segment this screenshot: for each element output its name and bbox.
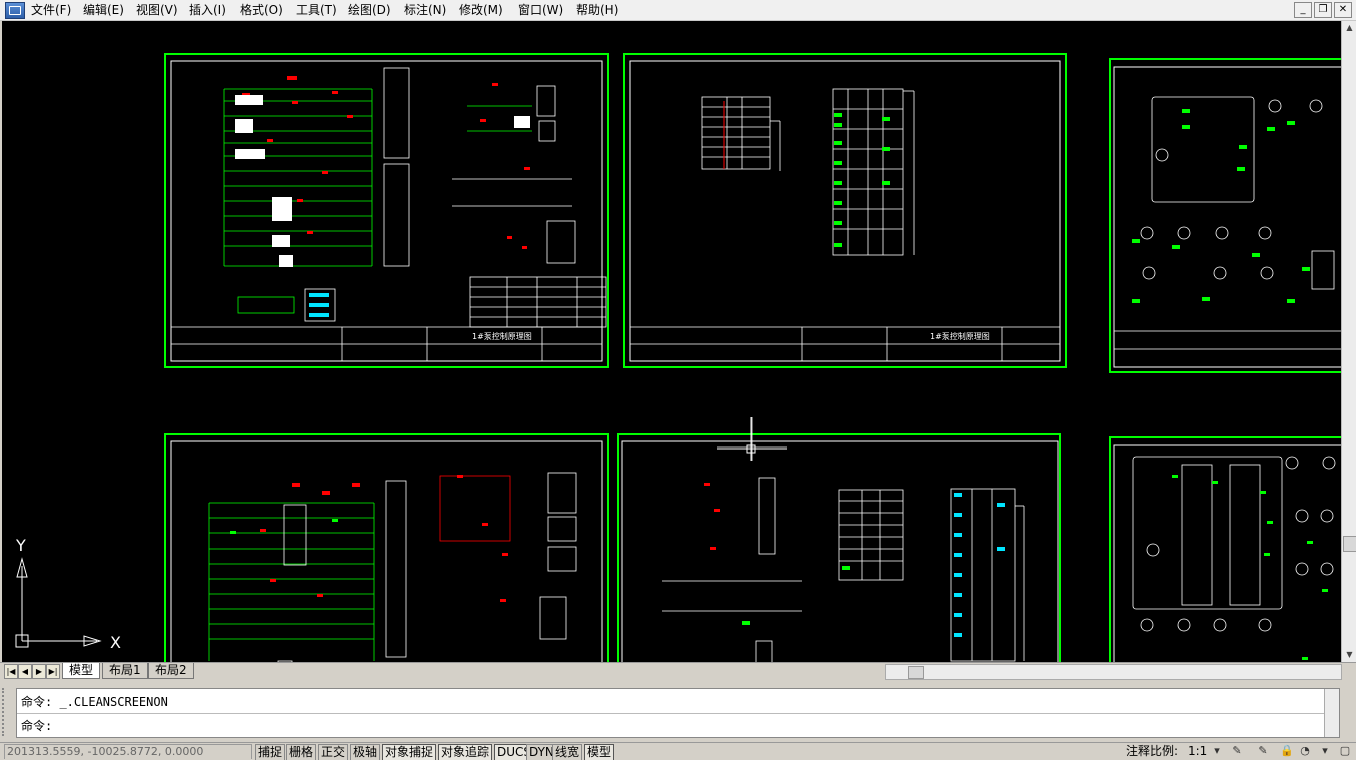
sheet-1-title: 1#泵控制原理图 <box>472 331 532 341</box>
tab-model[interactable]: 模型 <box>62 663 101 679</box>
menu-draw[interactable]: 绘图(D) <box>345 2 394 18</box>
tab-layout1[interactable]: 布局1 <box>102 663 148 679</box>
menu-dimension[interactable]: 标注(N) <box>401 2 449 18</box>
horizontal-scrollbar[interactable] <box>885 664 1342 680</box>
toolbar-lock-icon[interactable]: ◔ <box>1298 744 1312 758</box>
status-menu-icon[interactable]: ▾ <box>1318 744 1332 758</box>
menu-insert[interactable]: 插入(I) <box>186 2 229 18</box>
vertical-scroll-thumb[interactable] <box>1343 536 1356 552</box>
drawing-sheet-3[interactable] <box>1109 58 1341 373</box>
drawing-sheet-2[interactable]: 1#泵控制原理图 <box>623 53 1067 368</box>
layout-tab-bar: |◀ ◀ ▶ ▶| 模型 布局1 布局2 <box>0 662 1356 680</box>
menu-file[interactable]: 文件(F) <box>28 2 74 18</box>
command-scrollbar[interactable] <box>1324 689 1339 737</box>
drawing-sheet-4[interactable] <box>164 433 609 662</box>
command-history-line: 命令: _.CLEANSCREENON <box>21 695 168 709</box>
next-tab-icon[interactable]: ▶ <box>32 664 46 679</box>
command-grip[interactable] <box>2 688 12 736</box>
menu-view[interactable]: 视图(V) <box>133 2 181 18</box>
command-window[interactable]: 命令: _.CLEANSCREENON 命令: <box>16 688 1340 738</box>
scroll-up-icon[interactable]: ▲ <box>1343 21 1356 35</box>
clean-screen-icon[interactable]: ▢ <box>1338 744 1352 758</box>
last-tab-icon[interactable]: ▶| <box>46 664 60 679</box>
annotation-scale-value[interactable]: 1:1 <box>1188 744 1207 759</box>
menu-format[interactable]: 格式(O) <box>237 2 286 18</box>
ucs-y-label: Y <box>15 536 26 555</box>
minimize-button[interactable]: _ <box>1294 2 1312 18</box>
restore-button[interactable]: ❐ <box>1314 2 1332 18</box>
drawing-canvas[interactable]: 1#泵控制原理图 1#泵控制原理图 Y X <box>2 21 1341 662</box>
drawing-sheet-1[interactable]: 1#泵控制原理图 <box>164 53 609 368</box>
menu-edit[interactable]: 编辑(E) <box>80 2 127 18</box>
annotation-scale-label: 注释比例: <box>1126 744 1179 758</box>
auto-scale-icon[interactable]: ✎ <box>1256 744 1270 758</box>
ucs-icon: Y X <box>15 536 121 652</box>
drawing-svg: 1#泵控制原理图 1#泵控制原理图 Y X <box>15 53 1341 662</box>
prev-tab-icon[interactable]: ◀ <box>18 664 32 679</box>
menu-help[interactable]: 帮助(H) <box>573 2 621 18</box>
scroll-down-icon[interactable]: ▼ <box>1343 648 1356 662</box>
sheet-2-title: 1#泵控制原理图 <box>930 331 990 341</box>
lock-icon[interactable]: 🔒 <box>1280 744 1294 758</box>
close-button[interactable]: ✕ <box>1334 2 1352 18</box>
status-bar: 201313.5559, -10025.8772, 0.0000 捕捉 栅格 正… <box>0 742 1356 760</box>
drawing-sheet-6[interactable] <box>1109 436 1341 662</box>
coordinates-readout: 201313.5559, -10025.8772, 0.0000 <box>4 744 252 759</box>
chevron-down-icon[interactable]: ▾ <box>1210 744 1224 758</box>
menu-window[interactable]: 窗口(W) <box>515 2 566 18</box>
command-area: 命令: _.CLEANSCREENON 命令: <box>0 680 1356 742</box>
horizontal-scroll-thumb[interactable] <box>908 666 924 679</box>
vertical-scrollbar[interactable]: ▲ ▼ <box>1341 21 1356 662</box>
menu-bar: 文件(F) 编辑(E) 视图(V) 插入(I) 格式(O) 工具(T) 绘图(D… <box>0 0 1356 21</box>
menu-tools[interactable]: 工具(T) <box>293 2 340 18</box>
command-prompt: 命令: <box>21 719 53 733</box>
tab-layout2[interactable]: 布局2 <box>148 663 194 679</box>
drawing-sheet-5[interactable] <box>617 417 1061 662</box>
app-icon[interactable] <box>5 2 25 19</box>
menu-modify[interactable]: 修改(M) <box>456 2 506 18</box>
first-tab-icon[interactable]: |◀ <box>4 664 18 679</box>
ucs-x-label: X <box>110 633 121 652</box>
annotation-visibility-icon[interactable]: ✎ <box>1230 744 1244 758</box>
